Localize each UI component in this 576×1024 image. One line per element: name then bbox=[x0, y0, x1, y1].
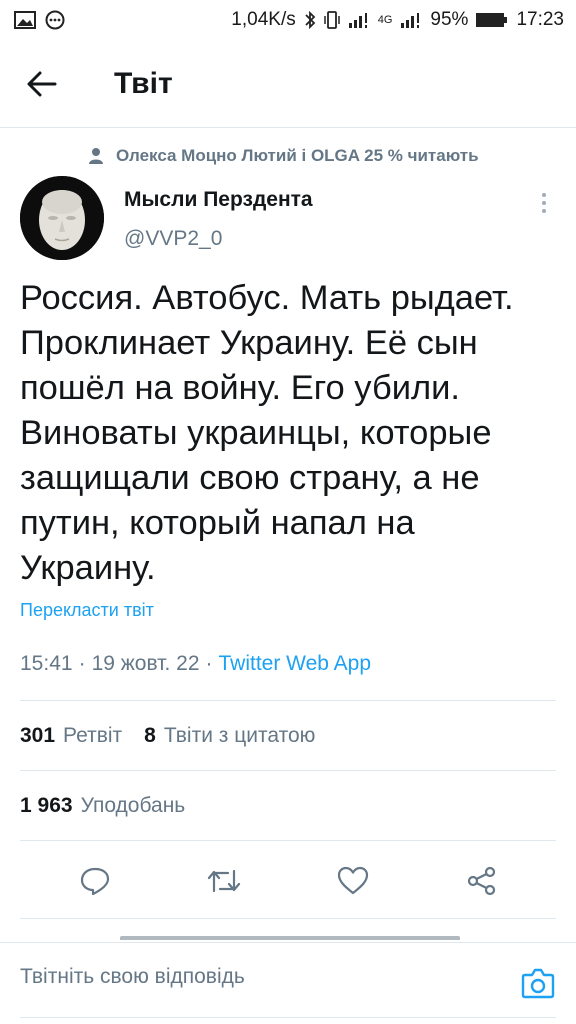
tweet-date: 19 жовт. 22 bbox=[91, 652, 200, 675]
reply-underline bbox=[20, 1017, 556, 1018]
author-handle[interactable]: @VVP2_0 bbox=[124, 227, 222, 251]
reply-button[interactable] bbox=[65, 851, 125, 911]
signal-icon bbox=[400, 11, 422, 29]
clock: 17:23 bbox=[516, 9, 564, 30]
source-app-link[interactable]: Twitter Web App bbox=[219, 652, 372, 676]
share-button[interactable] bbox=[452, 851, 512, 911]
tweet-time: 15:41 bbox=[20, 652, 73, 675]
likes-stats: 1 963 Уподобань bbox=[20, 771, 185, 841]
reply-icon bbox=[80, 867, 109, 896]
header: Твіт bbox=[0, 40, 576, 128]
camera-button[interactable] bbox=[520, 965, 556, 1001]
retweet-stats: 301 Ретвіт 8 Твіти з цитатою bbox=[20, 701, 315, 771]
tweet-meta: 15:41 · 19 жовт. 22 · Twitter Web App bbox=[20, 652, 371, 676]
retweets-label: Ретвіт bbox=[63, 724, 123, 747]
bluetooth-icon bbox=[304, 10, 316, 30]
share-icon bbox=[467, 866, 495, 896]
author-name[interactable]: Мысли Перздента bbox=[124, 188, 313, 212]
likes-stat[interactable]: 1 963 Уподобань bbox=[20, 794, 185, 818]
social-context-text: Олекса Моцно Лютий і OLGA 25 % читають bbox=[116, 146, 479, 165]
network-speed: 1,04K/s bbox=[231, 9, 296, 30]
retweets-count: 301 bbox=[20, 724, 56, 747]
gallery-icon bbox=[14, 11, 36, 29]
status-bar: 1,04K/s 4G 95% 17:23 bbox=[0, 0, 576, 40]
reply-input[interactable] bbox=[20, 965, 490, 989]
divider bbox=[20, 918, 556, 919]
quotes-stat[interactable]: 8 Твіти з цитатою bbox=[144, 724, 315, 748]
next-item-peek bbox=[120, 926, 460, 940]
tweet-actions bbox=[0, 842, 576, 920]
quotes-label: Твіти з цитатою bbox=[163, 724, 316, 747]
camera-icon bbox=[521, 968, 555, 999]
divider bbox=[20, 840, 556, 841]
battery-percent: 95% bbox=[430, 9, 469, 30]
retweet-icon bbox=[207, 869, 240, 893]
page-title: Твіт bbox=[114, 66, 173, 100]
likes-label: Уподобань bbox=[80, 794, 186, 817]
more-options-button[interactable] bbox=[534, 188, 554, 218]
likes-count: 1 963 bbox=[20, 794, 73, 817]
more-vertical-icon bbox=[542, 193, 546, 213]
signal-icon bbox=[348, 11, 370, 29]
translate-tweet-link[interactable]: Перекласти твіт bbox=[20, 600, 154, 621]
arrow-left-icon bbox=[27, 71, 57, 96]
quotes-count: 8 bbox=[144, 724, 156, 747]
battery-icon bbox=[476, 12, 508, 28]
reply-bar bbox=[0, 942, 576, 1024]
tweet-text: Россия. Автобус. Мать рыдает. Проклинает… bbox=[20, 279, 514, 587]
network-type: 4G bbox=[377, 14, 393, 26]
chat-icon bbox=[44, 10, 66, 30]
back-button[interactable] bbox=[10, 52, 74, 116]
person-icon bbox=[89, 148, 103, 164]
meta-separator: · bbox=[78, 652, 86, 675]
retweets-stat[interactable]: 301 Ретвіт bbox=[20, 724, 122, 748]
meta-separator: · bbox=[205, 652, 213, 675]
like-icon bbox=[337, 866, 368, 895]
like-button[interactable] bbox=[323, 851, 383, 911]
vibrate-icon bbox=[323, 10, 340, 30]
avatar[interactable] bbox=[20, 176, 104, 260]
retweet-button[interactable] bbox=[194, 851, 254, 911]
social-context[interactable]: Олекса Моцно Лютий і OLGA 25 % читають bbox=[88, 142, 479, 170]
